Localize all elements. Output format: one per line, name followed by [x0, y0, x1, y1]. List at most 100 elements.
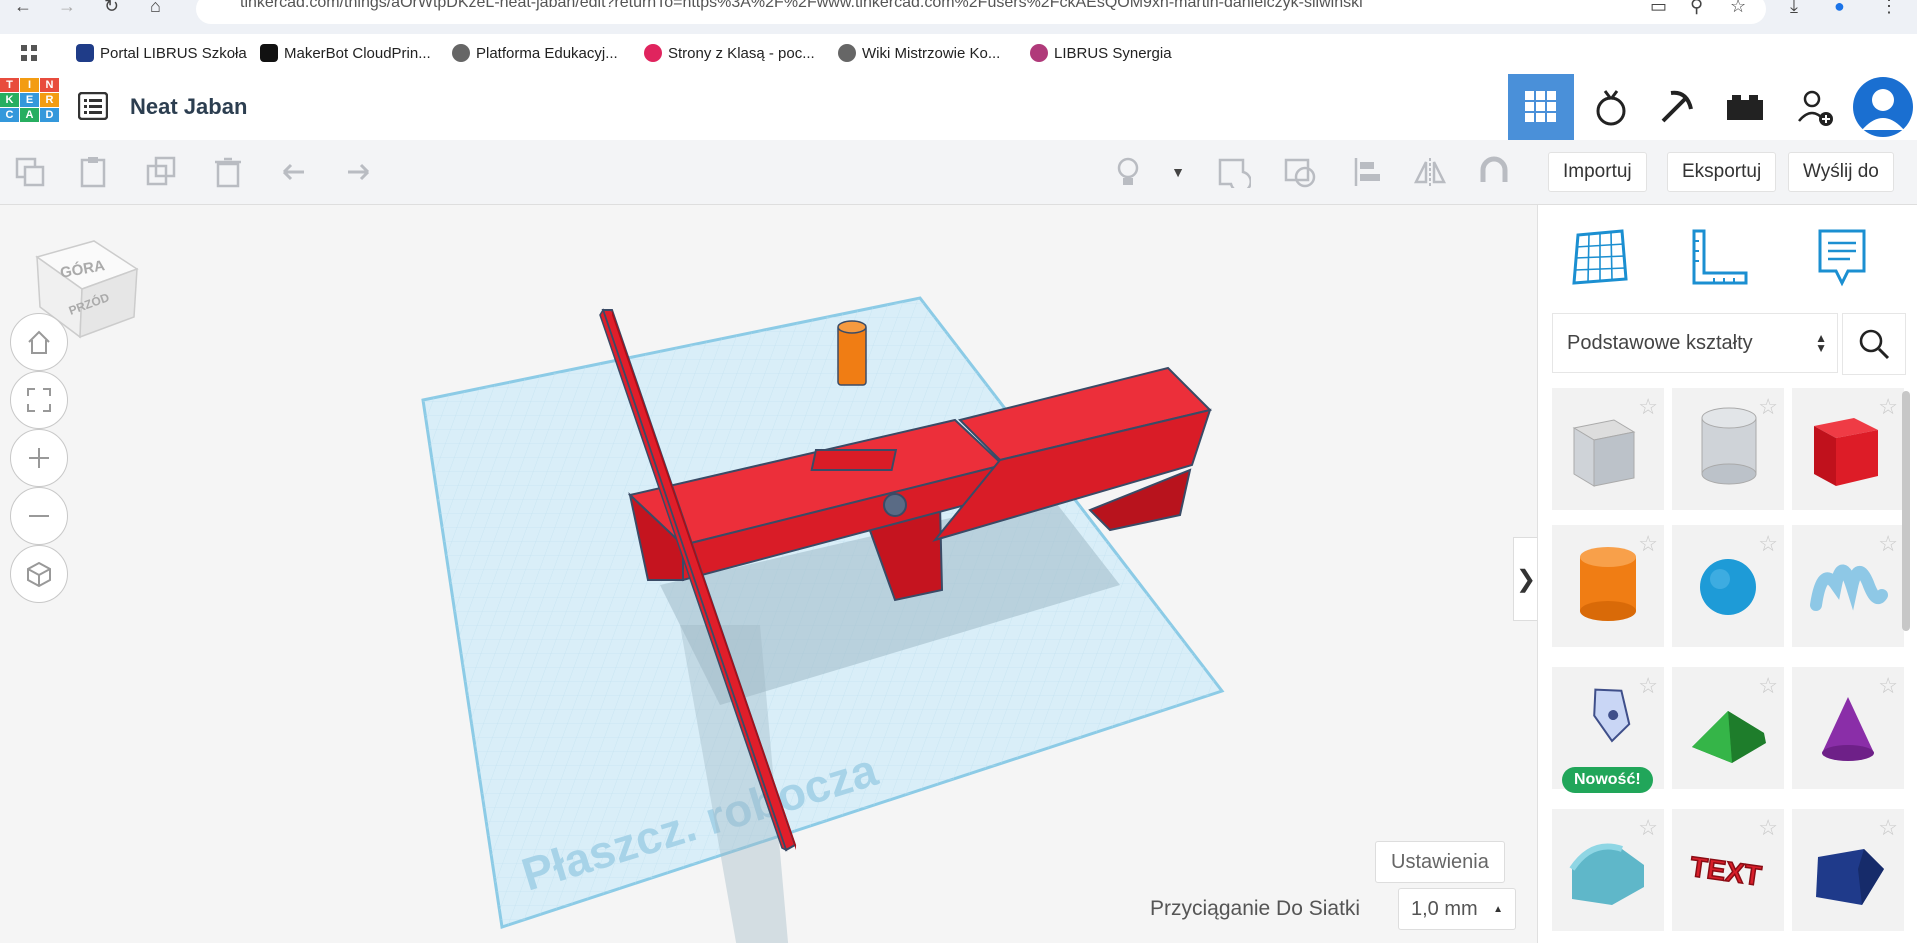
- bookmark-item[interactable]: Strony z Klasą - poc...: [644, 44, 815, 62]
- add-user-icon: [1798, 90, 1833, 126]
- forward-arrow-icon[interactable]: →: [58, 0, 76, 17]
- makerbot-icon: [260, 44, 278, 62]
- panel-scrollbar[interactable]: [1902, 391, 1910, 631]
- new-badge: Nowość!: [1562, 767, 1653, 793]
- favorite-star-icon[interactable]: ☆: [1638, 815, 1658, 841]
- import-button[interactable]: Importuj: [1548, 152, 1647, 192]
- undo-icon[interactable]: [276, 156, 312, 188]
- zoom-out-button[interactable]: [10, 487, 68, 545]
- redo-icon[interactable]: [340, 156, 376, 188]
- user-avatar[interactable]: [1850, 74, 1916, 140]
- bookmark-item[interactable]: Portal LIBRUS Szkoła: [76, 44, 247, 62]
- minecraft-button[interactable]: [1644, 74, 1710, 140]
- shape-tile-text[interactable]: TEXT ☆: [1672, 809, 1784, 931]
- shape-tile-sphere[interactable]: ☆: [1672, 525, 1784, 647]
- sim-lab-button[interactable]: [1578, 74, 1644, 140]
- lightbulb-icon[interactable]: [1110, 156, 1146, 188]
- shape-tile-sketch[interactable]: ☆ Nowość!: [1552, 667, 1664, 793]
- shape-tile-scribble[interactable]: ☆: [1792, 525, 1904, 647]
- download-icon[interactable]: ⤓: [1790, 0, 1798, 17]
- shape-solid-icon[interactable]: [1216, 156, 1252, 188]
- delete-icon[interactable]: [210, 156, 246, 188]
- design-list-icon[interactable]: [78, 92, 108, 120]
- align-icon[interactable]: [1350, 156, 1386, 188]
- shape-category-select[interactable]: Podstawowe kształty ▲ ▼: [1552, 313, 1838, 373]
- tinkercad-logo[interactable]: T I N K E R C A D: [0, 78, 59, 136]
- librus-icon: [76, 44, 94, 62]
- shape-tile-cylinder[interactable]: ☆: [1552, 525, 1664, 647]
- settings-button[interactable]: Ustawienia: [1375, 841, 1505, 883]
- shape-tile-box[interactable]: ☆: [1792, 388, 1904, 510]
- install-icon[interactable]: ▭: [1650, 0, 1667, 17]
- svg-text:TEXT: TEXT: [1688, 851, 1763, 892]
- notes-icon[interactable]: [1816, 227, 1868, 289]
- zoom-in-button[interactable]: [10, 429, 68, 487]
- shape-hole-icon[interactable]: [1282, 156, 1318, 188]
- scene-3d[interactable]: Płaszcz. robocza: [0, 205, 1537, 943]
- profile-icon[interactable]: ●: [1834, 0, 1845, 17]
- zoom-icon[interactable]: ⚲: [1690, 0, 1703, 17]
- workplane-grid-icon[interactable]: [1570, 227, 1630, 287]
- hole[interactable]: [883, 493, 907, 517]
- search-button[interactable]: [1842, 313, 1906, 375]
- favorite-star-icon[interactable]: ☆: [1758, 531, 1778, 557]
- back-arrow-icon[interactable]: ←: [14, 0, 32, 17]
- favorite-star-icon[interactable]: ☆: [1758, 815, 1778, 841]
- bookmark-item[interactable]: LIBRUS Synergia: [1030, 44, 1172, 62]
- favorite-star-icon[interactable]: ☆: [1878, 531, 1898, 557]
- favorite-star-icon[interactable]: ☆: [1638, 394, 1658, 420]
- orange-cylinder[interactable]: [837, 324, 867, 386]
- apps-grid-icon[interactable]: [20, 44, 38, 62]
- favorite-star-icon[interactable]: ☆: [1878, 815, 1898, 841]
- reload-icon[interactable]: ↻: [104, 0, 119, 17]
- bricks-button[interactable]: [1712, 74, 1778, 140]
- workspace-canvas[interactable]: Płaszcz. robocza GÓRA PRZÓD Ustawienia P…: [0, 205, 1537, 943]
- home-icon[interactable]: ⌂: [150, 0, 161, 17]
- design-title[interactable]: Neat Jaban: [130, 94, 247, 120]
- logo-letter: E: [20, 93, 39, 107]
- bookmark-item[interactable]: Wiki Mistrzowie Ko...: [838, 44, 1000, 62]
- shape-tile-polygon[interactable]: ☆: [1792, 809, 1904, 931]
- shape-tile-round-roof[interactable]: ☆: [1552, 809, 1664, 931]
- bookmarks-bar: Portal LIBRUS Szkoła MakerBot CloudPrin.…: [0, 34, 1917, 75]
- strony-icon: [644, 44, 662, 62]
- fit-view-button[interactable]: [10, 371, 68, 429]
- bookmark-star-icon[interactable]: ☆: [1730, 0, 1746, 17]
- shape-tile-cylinder-hole[interactable]: ☆: [1672, 388, 1784, 510]
- favorite-star-icon[interactable]: ☆: [1758, 673, 1778, 699]
- 3d-design-view-button[interactable]: [1508, 74, 1574, 140]
- invite-user-button[interactable]: [1782, 74, 1848, 140]
- copy-icon[interactable]: [12, 156, 48, 188]
- bookmark-item[interactable]: MakerBot CloudPrin...: [260, 44, 431, 62]
- duplicate-icon[interactable]: [144, 156, 180, 188]
- bookmark-item[interactable]: Platforma Edukacyj...: [452, 44, 618, 62]
- brick-icon: [1727, 95, 1763, 120]
- favorite-star-icon[interactable]: ☆: [1878, 394, 1898, 420]
- paste-icon[interactable]: [76, 156, 112, 188]
- shape-tile-roof[interactable]: ☆: [1672, 667, 1784, 789]
- browser-menu-icon[interactable]: ⋮: [1880, 0, 1898, 17]
- apple-drop-icon: [1596, 90, 1626, 126]
- perspective-button[interactable]: [10, 545, 68, 603]
- favorite-star-icon[interactable]: ☆: [1878, 673, 1898, 699]
- favorite-star-icon[interactable]: ☆: [1638, 673, 1658, 699]
- home-view-button[interactable]: [10, 313, 68, 371]
- shape-tile-cone[interactable]: ☆: [1792, 667, 1904, 789]
- chevron-down-icon[interactable]: ▼: [1160, 156, 1196, 188]
- caret-up-icon: ▲: [1493, 903, 1503, 915]
- collapse-panel-button[interactable]: ❯: [1513, 537, 1537, 621]
- favorite-star-icon[interactable]: ☆: [1758, 394, 1778, 420]
- cruise-magnet-icon[interactable]: [1476, 156, 1512, 188]
- export-button[interactable]: Eksportuj: [1667, 152, 1777, 192]
- logo-letter: I: [20, 78, 39, 92]
- shape-tile-box-hole[interactable]: ☆: [1552, 388, 1664, 510]
- mirror-icon[interactable]: [1412, 156, 1448, 188]
- logo-letter: K: [0, 93, 19, 107]
- browser-url-bar: ← → ↻ ⌂ tinkercad.com/things/aOrWtpDKzeL…: [0, 0, 1917, 34]
- favorite-star-icon[interactable]: ☆: [1638, 531, 1658, 557]
- red-slot[interactable]: [810, 449, 898, 471]
- url-text[interactable]: tinkercad.com/things/aOrWtpDKzeL-neat-ja…: [240, 0, 1363, 12]
- send-to-button[interactable]: Wyślij do: [1788, 152, 1894, 192]
- ruler-icon[interactable]: [1688, 227, 1750, 289]
- snap-grid-select[interactable]: 1,0 mm ▲: [1398, 888, 1516, 930]
